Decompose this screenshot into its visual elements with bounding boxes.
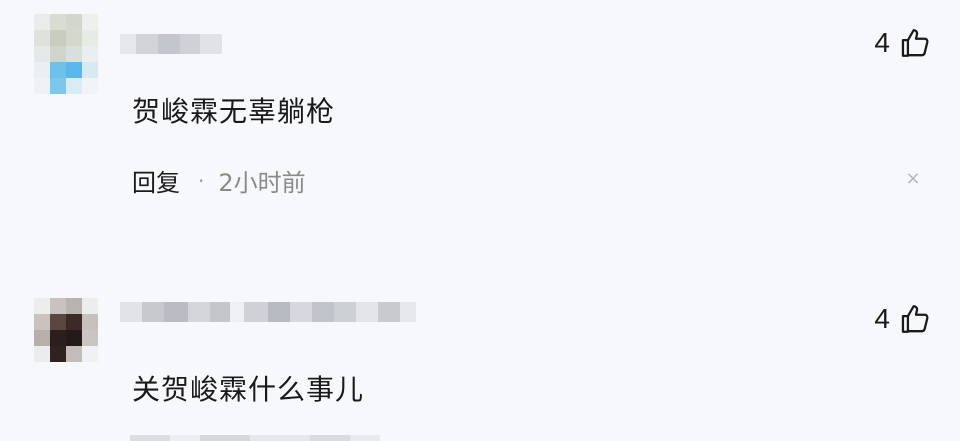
like-control[interactable]: 4 [874,26,932,60]
username-blurred[interactable] [120,302,416,322]
username-blurred[interactable] [120,34,222,54]
comment-meta: 回复 · 2小时前 [132,163,306,198]
like-control[interactable]: 4 [874,302,932,336]
avatar[interactable] [34,298,98,362]
next-line-blurred [130,435,380,441]
close-icon[interactable]: × [904,170,922,188]
like-count: 4 [874,303,890,334]
comment-text: 关贺峻霖什么事儿 [132,373,365,406]
avatar[interactable] [34,14,98,94]
comment-item: 4 关贺峻霖什么事儿 [0,290,960,441]
comment-text: 贺峻霖无辜躺枪 [132,95,336,128]
separator-dot: · [198,168,205,193]
reply-button[interactable]: 回复 [132,163,180,198]
thumbs-up-icon[interactable] [898,302,932,336]
comment-item: 4 贺峻霖无辜躺枪 回复 · 2小时前 × [0,0,960,260]
like-count: 4 [874,27,890,58]
thumbs-up-icon[interactable] [898,26,932,60]
comment-time: 2小时前 [218,169,306,197]
